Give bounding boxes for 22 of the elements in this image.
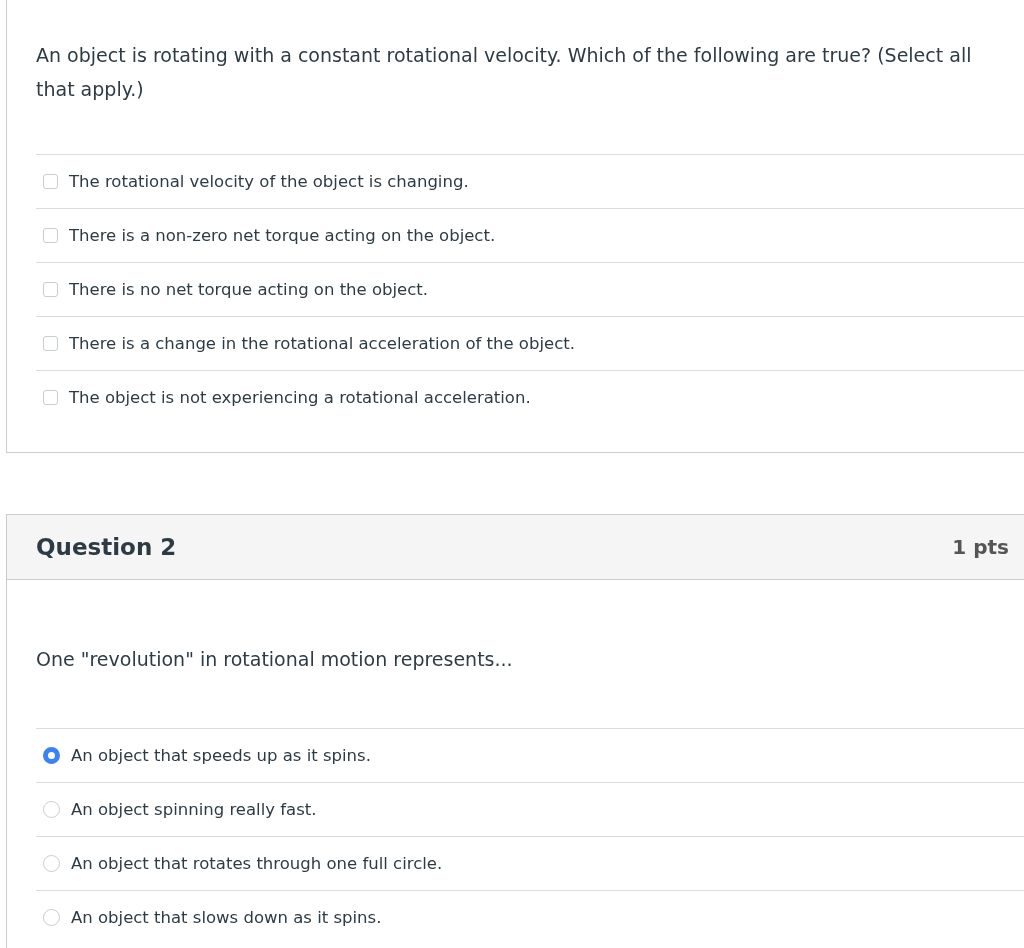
answer-label: The object is not experiencing a rotational acceleration.	[69, 388, 531, 407]
answer-label: An object that slows down as it spins.	[71, 908, 382, 927]
answer-label: There is a non-zero net torque acting on the object.	[69, 226, 496, 245]
answer-label: There is a change in the rotational acceleration of the object.	[69, 334, 575, 353]
answer-label: An object that rotates through one full circle.	[71, 854, 443, 873]
radio-button[interactable]	[43, 747, 60, 764]
checkbox[interactable]	[43, 174, 58, 189]
radio-button[interactable]	[43, 909, 60, 926]
checkbox[interactable]	[43, 282, 58, 297]
question-title: Question 2	[36, 534, 177, 560]
radio-button[interactable]	[43, 855, 60, 872]
answer-label: An object spinning really fast.	[71, 800, 317, 819]
radio-button[interactable]	[43, 801, 60, 818]
points-label: 1 pts	[952, 535, 1009, 559]
answer-label: The rotational velocity of the object is changing.	[69, 172, 469, 191]
question-text: One "revolution" in rotational motion represents...	[36, 647, 514, 672]
checkbox[interactable]	[43, 336, 58, 351]
question-text: An object is rotating with a constant rotational velocity. Which of the following are true? (Select all that apply.)	[36, 43, 973, 102]
checkbox[interactable]	[43, 390, 58, 405]
checkbox[interactable]	[43, 228, 58, 243]
answer-label: An object that speeds up as it spins.	[71, 746, 371, 765]
answer-label: There is no net torque acting on the object.	[69, 280, 429, 299]
